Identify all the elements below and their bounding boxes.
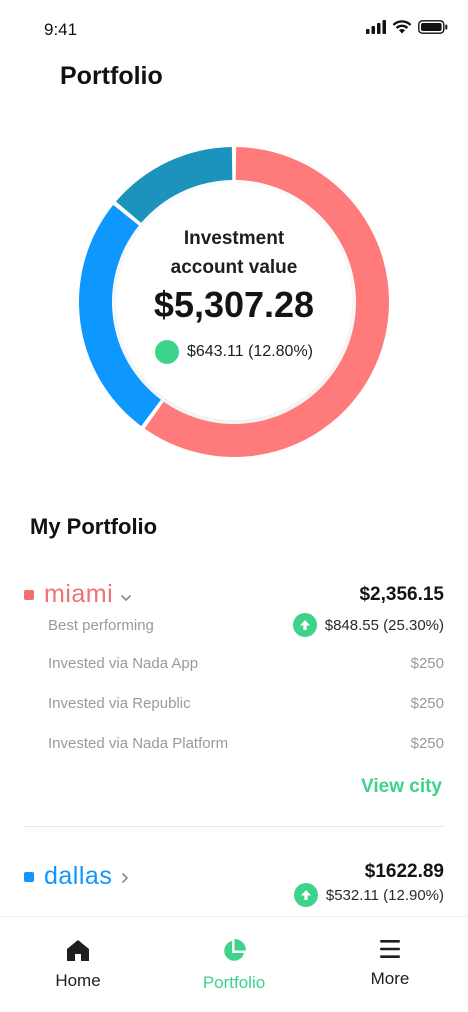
city-row-miami[interactable]: miami $2,356.15 xyxy=(24,580,444,609)
view-city-link[interactable]: View city xyxy=(361,776,442,798)
portfolio-donut-chart: Investment account value $5,307.28 $643.… xyxy=(62,130,406,474)
city-name-wrap-miami[interactable]: miami xyxy=(24,580,133,609)
status-icons xyxy=(366,20,448,34)
account-change: $643.11 (12.80%) xyxy=(62,340,406,364)
city-name-miami: miami xyxy=(44,580,114,608)
arrow-up-icon xyxy=(293,883,318,907)
dallas-change-text: $532.11 (12.90%) xyxy=(325,886,444,904)
home-icon xyxy=(67,940,89,961)
investment-label: Invested via Nada App xyxy=(48,655,199,672)
nav-more-label: More xyxy=(370,969,410,988)
status-time: 9:41 xyxy=(44,20,78,39)
pie-chart-icon xyxy=(224,939,246,961)
wifi-icon xyxy=(392,20,412,34)
city-head-miami: miami $2,356.15 xyxy=(24,580,444,609)
investment-amount: $250 xyxy=(410,735,444,752)
donut-center: Investment account value $5,307.28 $643.… xyxy=(62,130,406,474)
account-value-label-line2: account value xyxy=(170,257,298,278)
nav-more[interactable]: More xyxy=(312,917,468,1012)
battery-icon xyxy=(418,20,448,34)
miami-color-dot xyxy=(24,589,34,600)
investment-amount: $250 xyxy=(410,695,444,712)
signal-icon xyxy=(366,20,386,34)
investment-row: Invested via Nada App $250 xyxy=(24,655,444,672)
nav-portfolio[interactable]: Portfolio xyxy=(156,917,312,1012)
miami-change-text: $848.55 (25.30%) xyxy=(324,616,444,634)
chevron-down-icon[interactable] xyxy=(119,591,133,605)
dallas-change-row: $532.11 (12.90%) xyxy=(24,883,444,907)
city-total-dallas: $1622.89 xyxy=(364,860,444,882)
bottom-nav: Home Portfolio More xyxy=(0,916,468,1012)
page-title: Portfolio xyxy=(60,62,163,90)
dallas-color-dot xyxy=(24,871,34,882)
account-value-label: Investment account value xyxy=(134,224,334,282)
nav-home[interactable]: Home xyxy=(0,917,156,1012)
investment-row: Invested via Republic $250 xyxy=(24,695,444,712)
status-bar: 9:41 xyxy=(0,0,468,56)
account-change-text: $643.11 (12.80%) xyxy=(186,343,313,360)
miami-best-performing-row: Best performing $848.55 (25.30%) xyxy=(24,613,444,637)
arrow-up-icon xyxy=(292,613,317,637)
account-value: $5,307.28 xyxy=(153,284,315,325)
investment-label: Invested via Republic xyxy=(48,695,191,712)
nav-portfolio-label: Portfolio xyxy=(202,973,266,992)
investment-row: Invested via Nada Platform $250 xyxy=(24,735,444,752)
my-portfolio-title: My Portfolio xyxy=(30,514,158,539)
investment-label: Invested via Nada Platform xyxy=(48,735,229,752)
city-total-miami: $2,356.15 xyxy=(359,583,444,605)
account-value-label-line1: Investment xyxy=(183,228,285,249)
dallas-change: $532.11 (12.90%) xyxy=(293,883,444,907)
nav-home-label: Home xyxy=(55,971,101,990)
best-performing-label: Best performing xyxy=(48,616,154,634)
menu-icon xyxy=(380,940,400,958)
investment-amount: $250 xyxy=(410,655,444,672)
miami-change: $848.55 (25.30%) xyxy=(292,613,444,637)
arrow-up-icon xyxy=(64,340,179,364)
divider xyxy=(24,826,444,827)
